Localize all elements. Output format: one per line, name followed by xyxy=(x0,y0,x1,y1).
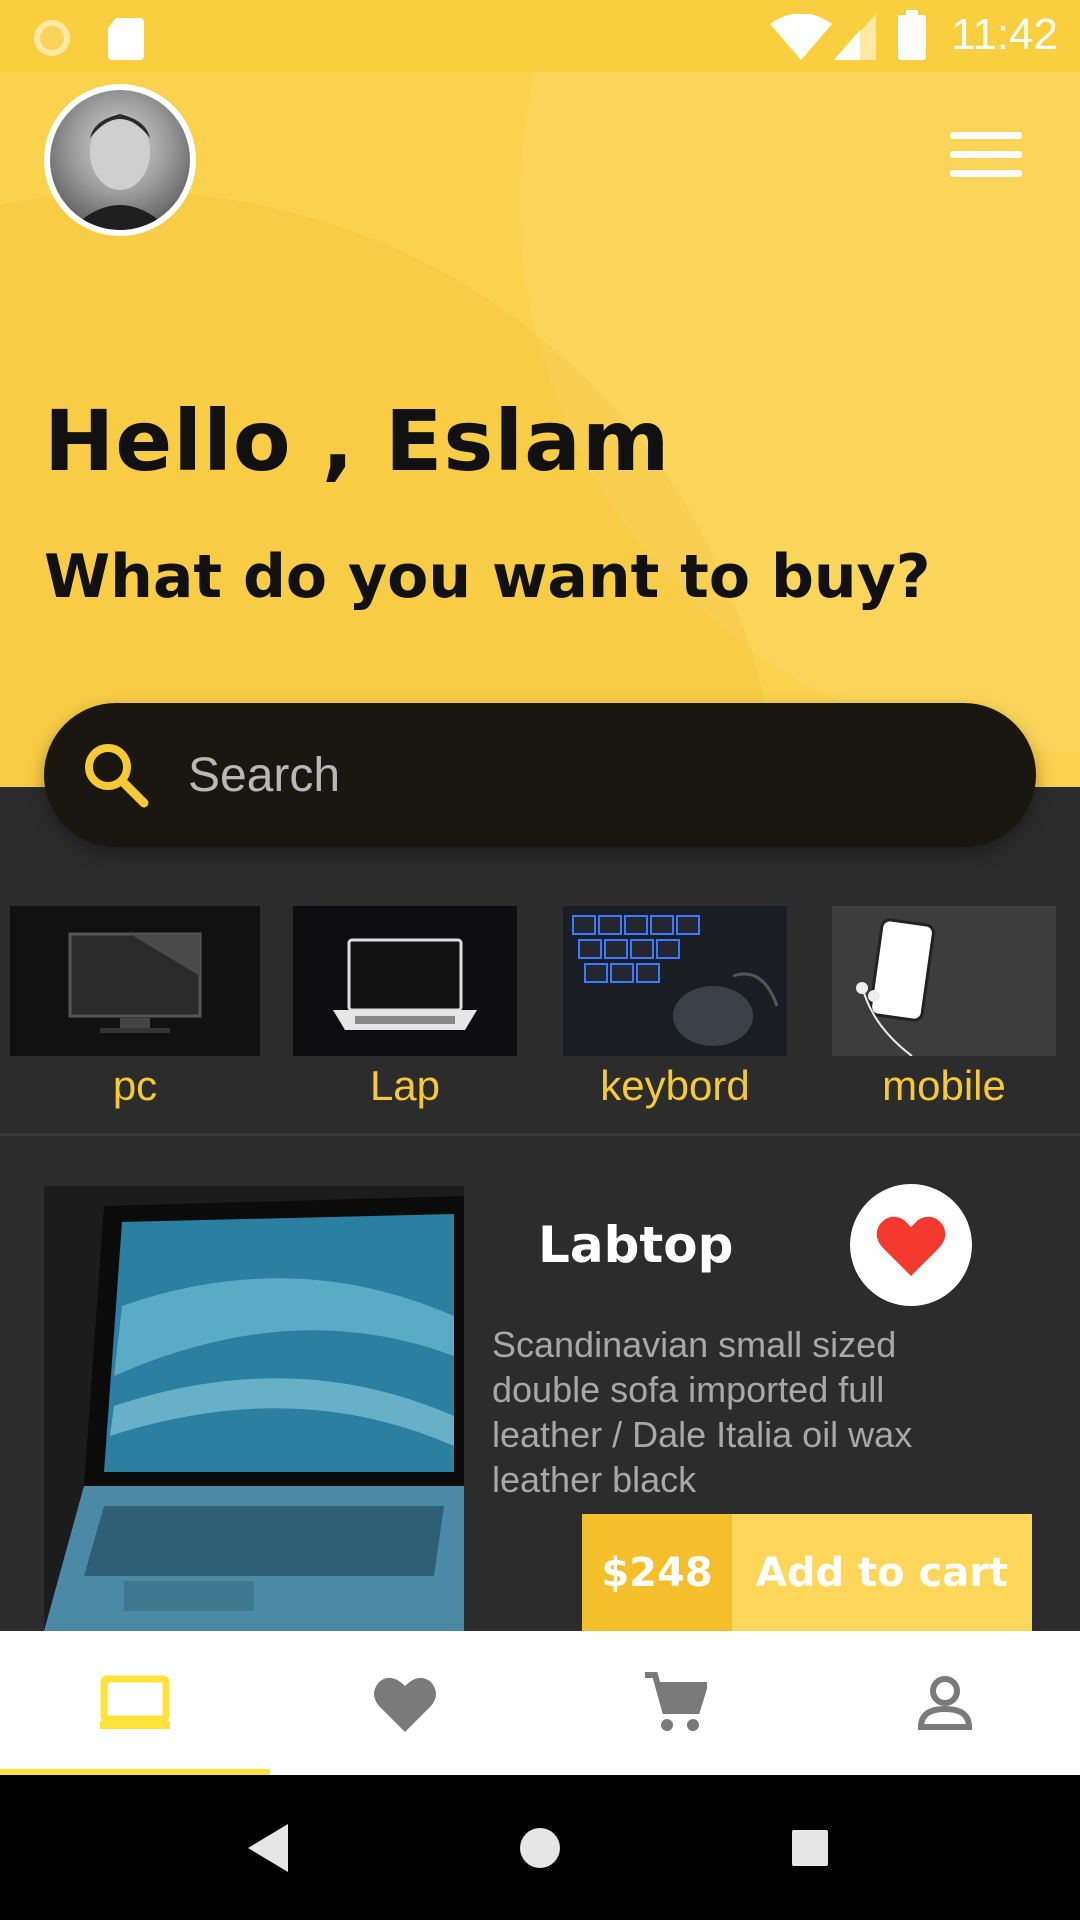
category-label: mobile xyxy=(882,1062,1006,1109)
nav-home[interactable] xyxy=(0,1631,270,1775)
signal-icon xyxy=(834,14,876,60)
category-list: pc Lap keybord mobile xyxy=(0,900,1080,1130)
product-title: Labtop xyxy=(538,1216,734,1274)
system-navigation xyxy=(0,1775,1080,1920)
product-card[interactable]: Labtop Scandinavian small sized double s… xyxy=(0,1136,1080,1631)
category-pc[interactable]: pc xyxy=(10,906,260,1110)
back-icon xyxy=(248,1823,288,1872)
add-to-cart-button[interactable]: Add to cart xyxy=(732,1514,1032,1631)
recents-icon xyxy=(792,1829,828,1866)
home-button[interactable] xyxy=(480,1775,600,1920)
nav-cart[interactable] xyxy=(540,1631,810,1775)
search-icon xyxy=(85,744,149,808)
product-image xyxy=(44,1186,464,1631)
back-button[interactable] xyxy=(210,1775,330,1920)
category-keybord[interactable]: keybord xyxy=(563,906,787,1110)
greeting-subtitle: What do you want to buy? xyxy=(44,542,931,612)
category-mobile[interactable]: mobile xyxy=(832,906,1056,1110)
home-circle-icon xyxy=(520,1827,560,1868)
product-description: Scandinavian small sized double sofa imp… xyxy=(492,1324,913,1500)
search-input[interactable] xyxy=(188,733,988,817)
greeting-title: Hello , Eslam xyxy=(44,392,671,490)
sun-notification-icon xyxy=(34,20,70,56)
person-icon xyxy=(917,1676,973,1730)
status-time: 11:42 xyxy=(951,10,1058,59)
header: Hello , Eslam What do you want to buy? xyxy=(0,72,1080,787)
mobile-phone-image xyxy=(832,906,1056,1056)
avatar-photo xyxy=(50,90,190,230)
battery-icon xyxy=(898,10,926,60)
product-price: $248 xyxy=(582,1514,732,1631)
category-lap[interactable]: Lap xyxy=(293,906,517,1110)
laptop-image xyxy=(293,906,517,1056)
favorite-button[interactable] xyxy=(850,1184,972,1306)
heart-icon xyxy=(374,1677,436,1732)
laptop-icon xyxy=(100,1675,170,1729)
nav-profile[interactable] xyxy=(810,1631,1080,1775)
search-bar[interactable] xyxy=(44,703,1036,847)
pc-monitor-image xyxy=(10,906,260,1056)
category-label: Lap xyxy=(369,1062,441,1109)
category-label: pc xyxy=(112,1062,158,1109)
category-label: keybord xyxy=(600,1062,750,1109)
cart-icon xyxy=(645,1672,707,1731)
heart-icon xyxy=(876,1216,946,1276)
menu-icon[interactable] xyxy=(950,132,1022,188)
person-photo-icon xyxy=(70,114,170,230)
status-bar: 11:42 xyxy=(0,0,1080,72)
sd-card-icon xyxy=(108,18,144,60)
avatar[interactable] xyxy=(44,84,196,236)
bottom-navigation xyxy=(0,1631,1080,1775)
wifi-icon xyxy=(770,14,832,60)
keyboard-mouse-image xyxy=(563,906,787,1056)
recents-button[interactable] xyxy=(750,1775,870,1920)
nav-favorites[interactable] xyxy=(270,1631,540,1775)
